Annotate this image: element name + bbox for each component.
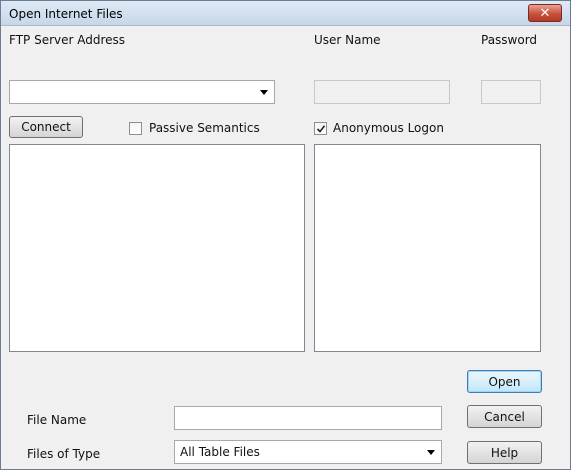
connect-button[interactable]: Connect <box>9 116 83 138</box>
anonymous-logon-checkbox[interactable] <box>314 122 327 135</box>
anonymous-logon-label: Anonymous Logon <box>333 121 444 135</box>
password-label: Password <box>481 33 538 47</box>
files-of-type-value: All Table Files <box>180 445 260 459</box>
passive-semantics-checkbox[interactable] <box>129 122 142 135</box>
file-listbox[interactable] <box>314 144 541 352</box>
file-name-input[interactable] <box>174 406 442 430</box>
close-icon: ✕ <box>539 5 551 21</box>
close-button[interactable]: ✕ <box>528 4 562 22</box>
user-name-label: User Name <box>314 33 381 47</box>
files-of-type-label: Files of Type <box>27 447 101 461</box>
password-field[interactable] <box>481 80 541 104</box>
cancel-button[interactable]: Cancel <box>467 405 542 428</box>
help-button[interactable]: Help <box>467 441 542 464</box>
chevron-down-icon[interactable] <box>427 450 435 455</box>
title-bar: Open Internet Files ✕ <box>1 1 570 26</box>
open-internet-files-dialog: Open Internet Files ✕ FTP Server Address… <box>0 0 571 470</box>
checkmark-icon <box>316 125 326 133</box>
ftp-server-address-label: FTP Server Address <box>9 33 126 47</box>
passive-semantics-label: Passive Semantics <box>149 121 260 135</box>
directory-tree-listbox[interactable] <box>9 144 305 352</box>
user-name-field[interactable] <box>314 80 450 104</box>
file-name-label: File Name <box>27 413 87 427</box>
open-button[interactable]: Open <box>467 370 542 393</box>
window-title: Open Internet Files <box>9 7 123 21</box>
ftp-server-address-combobox[interactable] <box>9 80 275 104</box>
files-of-type-combobox[interactable]: All Table Files <box>174 440 442 464</box>
chevron-down-icon[interactable] <box>260 90 268 95</box>
